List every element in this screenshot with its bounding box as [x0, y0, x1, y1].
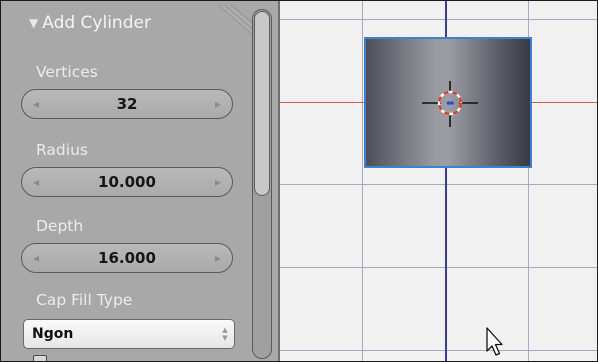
arrow-left-icon[interactable]: ◂: [22, 251, 50, 265]
3d-viewport[interactable]: [280, 1, 597, 361]
panel-title: Add Cylinder: [42, 13, 151, 33]
radius-value: 10.000: [98, 173, 156, 191]
arrow-left-icon[interactable]: ◂: [22, 97, 50, 111]
arrow-right-icon[interactable]: ▸: [204, 175, 232, 189]
depth-field[interactable]: ◂ 16.000 ▸: [21, 243, 233, 273]
arrow-left-icon[interactable]: ◂: [22, 175, 50, 189]
operator-panel: ▼ Add Cylinder Vertices ◂ 32 ▸ Radius ◂ …: [1, 1, 280, 361]
cap-fill-type-label: Cap Fill Type: [36, 291, 133, 309]
mouse-pointer-icon: [486, 327, 503, 356]
grid-line: [280, 19, 597, 20]
grid-line: [280, 184, 597, 185]
radius-field[interactable]: ◂ 10.000 ▸: [21, 167, 233, 197]
grid-line: [280, 267, 597, 268]
vertices-field[interactable]: ◂ 32 ▸: [21, 89, 233, 119]
crosshair-icon[interactable]: [420, 79, 480, 129]
cap-fill-type-value: Ngon: [32, 326, 74, 342]
triangle-down-icon[interactable]: ▼: [29, 16, 38, 30]
depth-value: 16.000: [98, 249, 156, 267]
depth-label: Depth: [36, 217, 84, 235]
arrow-right-icon[interactable]: ▸: [204, 251, 232, 265]
blender-window: ▼ Add Cylinder Vertices ◂ 32 ▸ Radius ◂ …: [0, 0, 598, 362]
grid-line: [362, 1, 363, 361]
vertices-label: Vertices: [36, 63, 98, 81]
scrollbar-thumb[interactable]: [254, 11, 270, 196]
vertices-value: 32: [116, 95, 138, 113]
arrow-right-icon[interactable]: ▸: [204, 97, 232, 111]
grid-line: [280, 350, 597, 351]
radius-label: Radius: [36, 141, 88, 159]
panel-grip-icon[interactable]: [213, 5, 253, 39]
checkbox[interactable]: [33, 355, 47, 361]
up-down-icon: ▲ ▼: [222, 326, 228, 342]
cap-fill-type-select[interactable]: Ngon ▲ ▼: [23, 319, 235, 349]
panel-header[interactable]: ▼ Add Cylinder: [29, 11, 151, 35]
